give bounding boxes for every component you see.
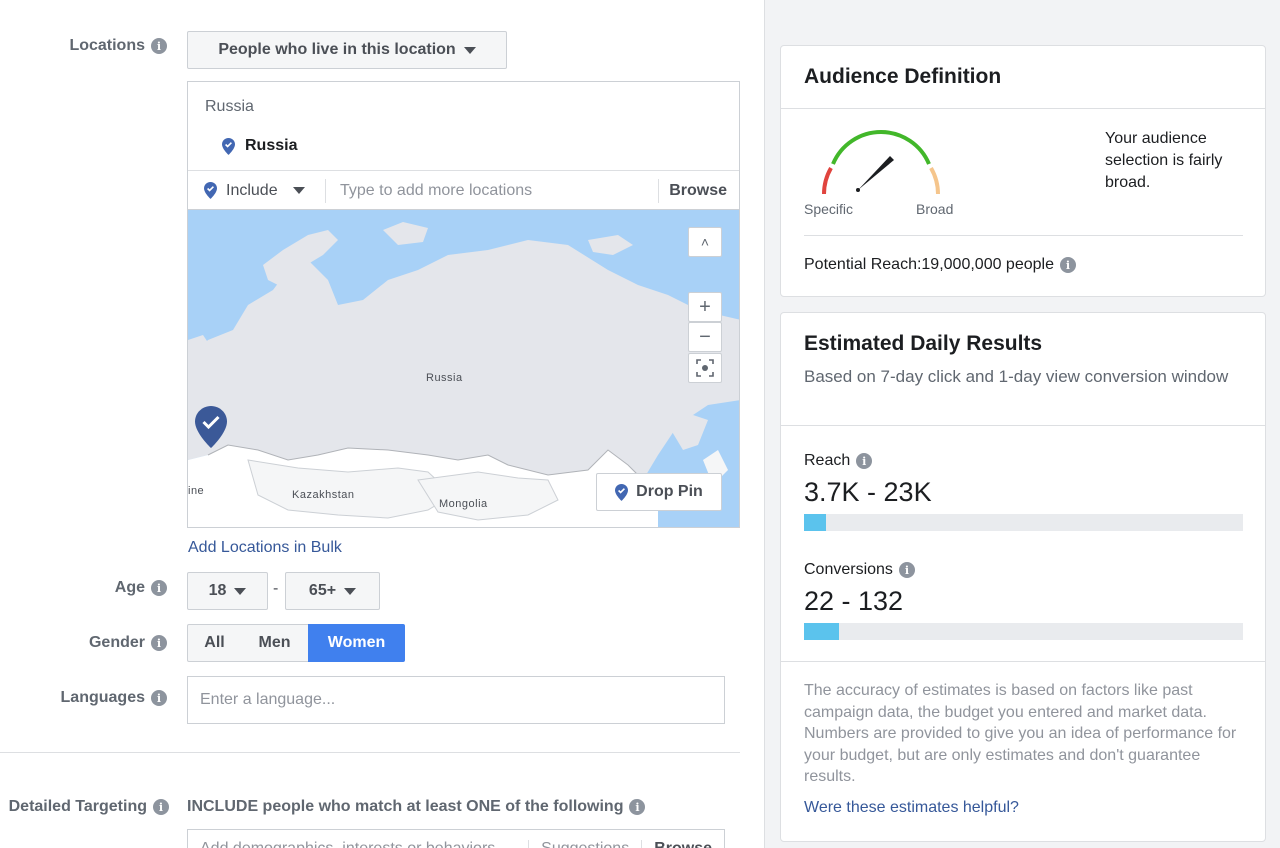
location-input-row: Include Type to add more locations Brows… (188, 170, 739, 210)
gender-women-button[interactable]: Women (308, 624, 405, 662)
selected-location[interactable]: Russia (222, 137, 297, 155)
gauge-specific-label: Specific (804, 201, 854, 217)
map-scroll-up-button[interactable]: ˄ (688, 227, 722, 257)
info-icon[interactable]: i (151, 635, 167, 651)
location-pin-icon (615, 483, 629, 501)
detailed-targeting-input-row: Add demographics, interests or behaviors… (187, 829, 725, 848)
info-icon[interactable]: i (151, 690, 167, 706)
include-dropdown[interactable]: Include (188, 178, 326, 203)
include-criteria-text: INCLUDE people who match at least ONE of… (187, 798, 646, 816)
location-pin-icon (222, 137, 235, 155)
caret-down-icon (234, 587, 247, 595)
gauge-needle (858, 156, 894, 190)
recenter-button[interactable] (688, 353, 722, 383)
detailed-targeting-input[interactable]: Add demographics, interests or behaviors (188, 840, 528, 848)
map-label-russia: Russia (426, 372, 463, 384)
map-location-pin-icon[interactable] (195, 406, 227, 453)
gender-all-button[interactable]: All (187, 624, 242, 662)
age-min-dropdown[interactable]: 18 (187, 572, 268, 610)
audience-gauge (822, 130, 940, 195)
conversions-label: Conversions i (804, 561, 915, 579)
caret-down-icon (292, 187, 305, 194)
map-label-mongolia: Mongolia (439, 498, 488, 510)
suggestions-button[interactable]: Suggestions (528, 840, 641, 848)
estimates-disclaimer: The accuracy of estimates is based on fa… (804, 682, 1237, 786)
reach-label: Reach i (804, 452, 873, 470)
reach-bar-fill (804, 514, 826, 531)
info-icon[interactable]: i (1059, 257, 1076, 273)
gender-label: Gender i (89, 634, 167, 652)
languages-label: Languages i (61, 689, 167, 707)
location-group-heading: Russia (205, 98, 254, 115)
caret-down-icon (463, 46, 476, 54)
reach-value: 3.7K - 23K (804, 477, 932, 507)
location-type-dropdown[interactable]: People who live in this location (187, 31, 507, 69)
detailed-targeting-label: Detailed Targeting i (9, 798, 169, 816)
conversions-bar-fill (804, 623, 840, 640)
location-search-input[interactable]: Type to add more locations (326, 182, 658, 200)
estimates-sidebar: Audience Definition Specific Broad Your … (764, 0, 1280, 848)
location-map[interactable]: Russia Kazakhstan Mongolia ine ˄ + − Dro… (187, 209, 740, 528)
audience-description: Your audience selection is fairly broad. (1105, 130, 1223, 191)
targeting-form: Locations i People who live in this loca… (0, 0, 764, 848)
audience-definition-title: Audience Definition (804, 65, 1002, 88)
gender-men-button[interactable]: Men (241, 624, 309, 662)
info-icon[interactable]: i (629, 799, 646, 815)
conversions-value: 22 - 132 (804, 586, 904, 616)
drop-pin-button[interactable]: Drop Pin (596, 473, 722, 511)
location-selector: Russia Russia Include Type to add more l… (187, 81, 740, 210)
zoom-in-button[interactable]: + (688, 292, 722, 322)
info-icon[interactable]: i (153, 799, 169, 815)
add-locations-bulk-link[interactable]: Add Locations in Bulk (188, 539, 342, 557)
info-icon[interactable]: i (151, 580, 167, 596)
estimated-results-card: Estimated Daily Results Based on 7-day c… (780, 312, 1266, 842)
age-separator: - (273, 580, 279, 597)
recenter-icon (696, 359, 714, 377)
language-input[interactable]: Enter a language... (187, 676, 725, 724)
location-browse-button[interactable]: Browse (658, 178, 739, 203)
conversions-bar (804, 623, 1243, 640)
zoom-out-button[interactable]: − (688, 322, 722, 352)
reach-bar (804, 514, 1243, 531)
locations-label: Locations i (69, 37, 167, 55)
age-max-dropdown[interactable]: 65+ (285, 572, 380, 610)
section-divider (0, 752, 740, 753)
detailed-targeting-browse-button[interactable]: Browse (641, 840, 724, 848)
info-icon[interactable]: i (856, 453, 873, 469)
map-label-kazakhstan: Kazakhstan (292, 489, 355, 501)
potential-reach: Potential Reach:19,000,000 people i (804, 256, 1076, 274)
map-label-ukraine: ine (188, 485, 205, 497)
info-icon[interactable]: i (151, 38, 167, 54)
age-label: Age i (115, 579, 167, 597)
gauge-broad-label: Broad (916, 201, 954, 217)
estimates-feedback-link[interactable]: Were these estimates helpful? (804, 799, 1019, 817)
caret-down-icon (344, 587, 357, 595)
location-pin-icon (204, 182, 217, 199)
estimated-results-title: Estimated Daily Results (804, 332, 1043, 355)
audience-definition-card: Audience Definition Specific Broad Your … (780, 45, 1266, 297)
estimated-results-subtitle: Based on 7-day click and 1-day view conv… (804, 367, 1229, 386)
info-icon[interactable]: i (898, 562, 915, 578)
